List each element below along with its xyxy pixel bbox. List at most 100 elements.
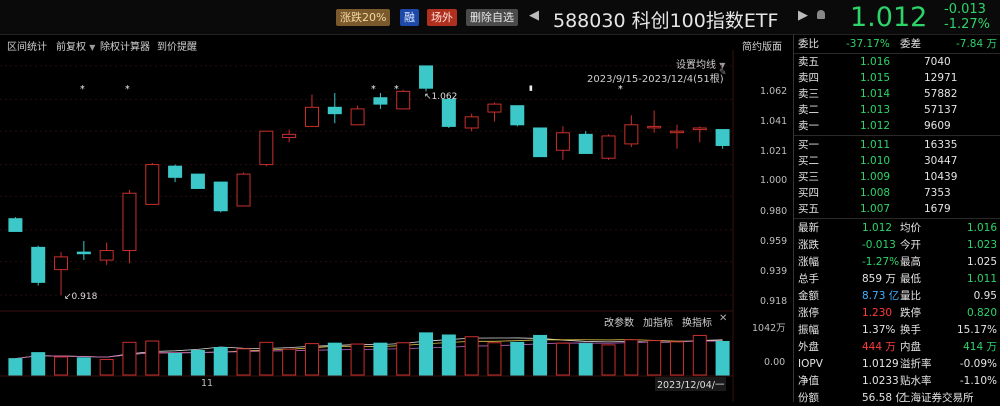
volume-bar bbox=[510, 341, 525, 376]
volume-bar bbox=[601, 344, 616, 376]
ask-row[interactable]: 卖四 1.015 12971 bbox=[794, 70, 1000, 86]
volume-bar bbox=[327, 342, 342, 376]
stat-row[interactable]: 净值 1.0233 贴水率 -1.10% bbox=[794, 373, 1000, 389]
add-indicator-button[interactable]: 加指标 bbox=[643, 314, 673, 329]
volume-bar bbox=[54, 356, 69, 376]
next-stock-icon[interactable]: ▶ bbox=[798, 8, 808, 23]
volume-bar bbox=[647, 340, 662, 376]
ask-row[interactable]: 卖三 1.014 57882 bbox=[794, 86, 1000, 102]
volume-bar bbox=[624, 339, 639, 376]
bid-volume: 16335 bbox=[924, 139, 958, 151]
stat-label: 涨跌 bbox=[798, 239, 819, 251]
volume-bar bbox=[190, 349, 205, 376]
stat-row[interactable]: 最新 1.012 均价 1.016 bbox=[794, 220, 1000, 236]
stat-value: -0.09% bbox=[959, 358, 997, 370]
stat-value: 1.0129 bbox=[862, 358, 899, 370]
volume-bar bbox=[533, 334, 548, 376]
stat-value: 1.016 bbox=[966, 222, 997, 234]
last-price: 1.012 bbox=[850, 2, 928, 33]
volume-bar bbox=[373, 342, 388, 376]
stat-label: 均价 bbox=[900, 222, 921, 234]
y-tick-label: 1.000 bbox=[760, 175, 788, 186]
ask-volume: 57882 bbox=[924, 88, 958, 100]
bid-row[interactable]: 买五 1.007 1679 bbox=[794, 201, 1000, 217]
ask-price: 1.015 bbox=[860, 72, 891, 84]
ask-row[interactable]: 卖二 1.013 57137 bbox=[794, 102, 1000, 118]
bid-price: 1.007 bbox=[860, 203, 891, 215]
stat-row[interactable]: 振幅 1.37% 换手 15.17% bbox=[794, 322, 1000, 338]
candle-body bbox=[236, 173, 251, 207]
bid-price: 1.009 bbox=[860, 171, 891, 183]
volume-bar bbox=[441, 334, 456, 376]
bid-row[interactable]: 买一 1.011 16335 bbox=[794, 137, 1000, 153]
stat-value: -0.013 bbox=[862, 239, 896, 251]
candle-body bbox=[76, 251, 91, 255]
y-tick-label: 1.041 bbox=[760, 116, 788, 127]
stat-row[interactable]: 外盘 444 万内盘 414 万 bbox=[794, 339, 1000, 355]
volume-bar bbox=[464, 336, 479, 376]
volume-bar bbox=[236, 348, 251, 376]
ask-level-label: 卖三 bbox=[798, 88, 819, 100]
y-tick-label: 0.980 bbox=[760, 206, 788, 217]
ask-row[interactable]: 卖五 1.016 7040 bbox=[794, 54, 1000, 70]
bid-row[interactable]: 买三 1.009 10439 bbox=[794, 169, 1000, 185]
stat-label: 外盘 bbox=[798, 341, 819, 353]
event-marker[interactable]: ▮ bbox=[529, 84, 533, 92]
stat-label: 内盘 bbox=[900, 341, 921, 353]
stat-row[interactable]: IOPV 1.0129 溢折率 -0.09% bbox=[794, 356, 1000, 372]
stat-row[interactable]: 涨跌 -0.013 今开 1.023 bbox=[794, 237, 1000, 253]
candle-body bbox=[533, 127, 548, 158]
candle-body bbox=[54, 256, 69, 271]
event-marker[interactable]: * bbox=[394, 84, 399, 95]
stat-label: 金额 bbox=[798, 290, 819, 302]
bid-level-label: 买二 bbox=[798, 155, 819, 167]
ask-price: 1.016 bbox=[860, 56, 891, 68]
close-icon[interactable]: ✕ bbox=[719, 313, 727, 324]
event-marker[interactable]: * bbox=[371, 84, 376, 95]
stat-label: 涨幅 bbox=[798, 256, 819, 268]
volume-bar bbox=[259, 341, 274, 376]
candle-body bbox=[692, 127, 707, 131]
candle-body bbox=[213, 181, 228, 212]
stat-label: 上海证券交易所 bbox=[900, 392, 974, 404]
stat-value: 15.17% bbox=[956, 324, 997, 336]
volume-bar bbox=[555, 342, 570, 376]
candle-body bbox=[327, 106, 342, 115]
bid-row[interactable]: 买四 1.008 7353 bbox=[794, 185, 1000, 201]
ask-row[interactable]: 卖一 1.012 9609 bbox=[794, 118, 1000, 134]
bid-volume: 7353 bbox=[924, 187, 951, 199]
volume-bar bbox=[76, 357, 91, 376]
stat-value: 1.025 bbox=[966, 256, 997, 268]
stat-label: 跌停 bbox=[900, 307, 921, 319]
switch-indicator-button[interactable]: 换指标 bbox=[682, 314, 712, 329]
ask-volume: 57137 bbox=[924, 104, 958, 116]
candle-body bbox=[669, 130, 684, 134]
stat-value: 414 万 bbox=[963, 341, 997, 353]
stat-label: 份额 bbox=[798, 392, 819, 404]
candle-body bbox=[99, 250, 114, 261]
high-price-value: 1.062 bbox=[431, 92, 458, 102]
stat-label: 量比 bbox=[900, 290, 921, 302]
bid-row[interactable]: 买二 1.010 30447 bbox=[794, 153, 1000, 169]
volume-bars bbox=[8, 332, 730, 376]
volume-bar bbox=[419, 332, 434, 376]
ask-price: 1.012 bbox=[860, 120, 891, 132]
event-marker[interactable]: * bbox=[80, 84, 85, 95]
stat-label: 最高 bbox=[900, 256, 921, 268]
stat-row[interactable]: 金额 8.73 亿量比 0.95 bbox=[794, 288, 1000, 304]
divider bbox=[794, 135, 1000, 136]
stat-row[interactable]: 涨停 1.230 跌停 0.820 bbox=[794, 305, 1000, 321]
bell-icon[interactable] bbox=[817, 10, 825, 19]
stat-row[interactable]: 涨幅 -1.27% 最高 1.025 bbox=[794, 254, 1000, 270]
candlestick-chart[interactable] bbox=[0, 0, 793, 402]
order-diff-label: 委差 bbox=[900, 38, 921, 50]
volume-bar bbox=[487, 342, 502, 376]
stat-label: IOPV bbox=[798, 358, 823, 370]
stat-label: 振幅 bbox=[798, 324, 819, 336]
event-marker[interactable]: * bbox=[125, 84, 130, 95]
ask-price: 1.013 bbox=[860, 104, 891, 116]
stat-row[interactable]: 份额 56.58 亿上海证券交易所 bbox=[794, 390, 1000, 406]
stat-row[interactable]: 总手 859 万最低 1.011 bbox=[794, 271, 1000, 287]
modify-params-button[interactable]: 改参数 bbox=[604, 314, 634, 329]
event-marker[interactable]: * bbox=[618, 84, 623, 95]
